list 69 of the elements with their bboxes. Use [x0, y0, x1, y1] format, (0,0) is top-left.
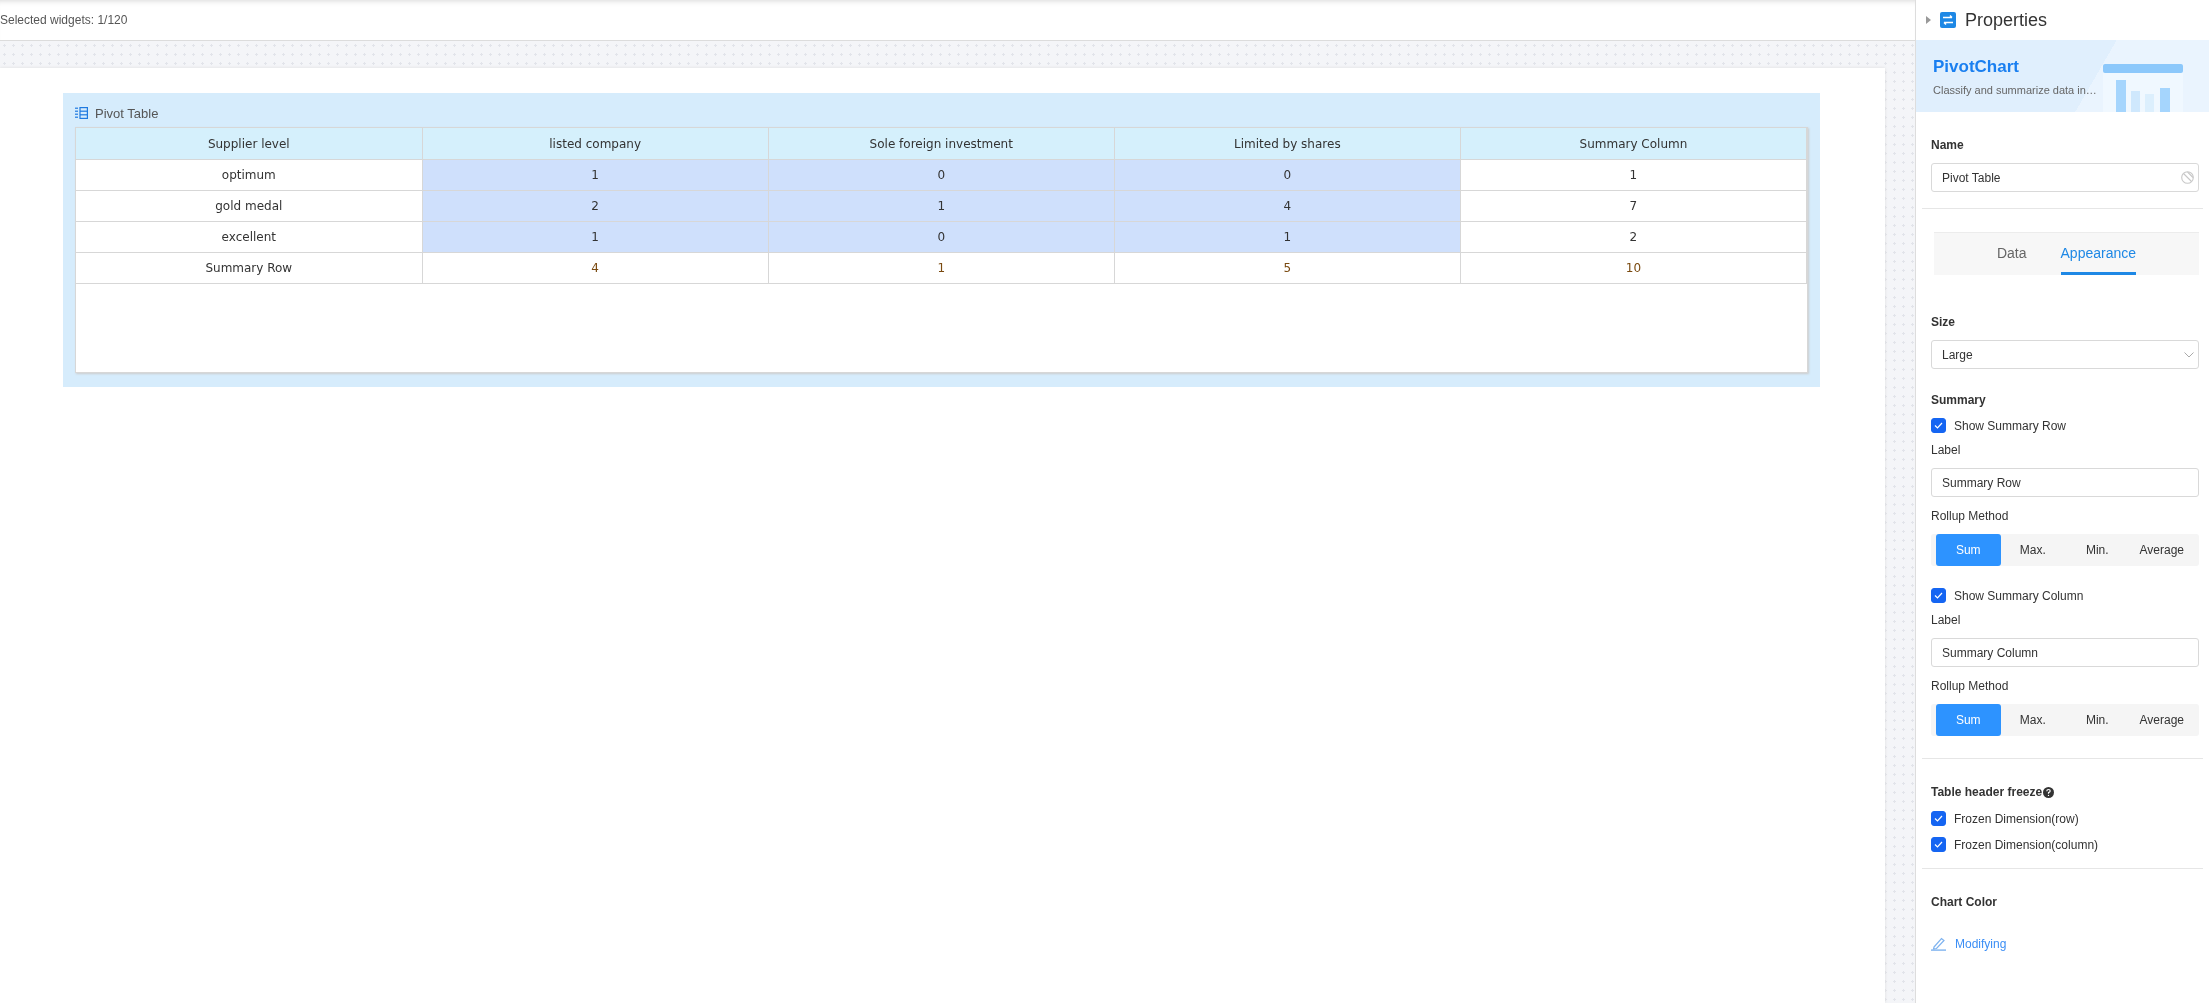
checkbox-icon[interactable]	[1931, 588, 1946, 603]
table-cell: 0	[1114, 159, 1461, 191]
field-label: Label	[1931, 613, 1962, 627]
column-header: Summary Column	[1460, 128, 1807, 160]
table-cell: 1	[768, 190, 1115, 222]
table-cell: 4	[1114, 190, 1461, 222]
column-header: Sole foreign investment	[768, 128, 1115, 160]
section-heading: Table header freeze	[1931, 785, 2043, 799]
pencil-icon	[1931, 937, 1947, 951]
panel-title: Properties	[1965, 9, 2048, 31]
table-cell: 1	[1114, 221, 1461, 253]
checkbox-icon[interactable]	[1931, 837, 1946, 852]
checkbox-label: Frozen Dimension(column)	[1954, 837, 2099, 852]
table-cell: 4	[422, 252, 769, 284]
checkbox-label: Frozen Dimension(row)	[1954, 811, 2079, 826]
tab[interactable]: Data	[1996, 233, 2027, 275]
table-icon	[75, 107, 88, 119]
column-header: Supplier level	[76, 128, 423, 160]
banner-description: Classify and summarize data in…	[1933, 83, 2097, 96]
checkbox[interactable]: Show Summary Row	[1931, 418, 2199, 433]
field-label: Label	[1931, 443, 1962, 457]
section-heading: Summary	[1931, 393, 1987, 407]
checkbox[interactable]: Frozen Dimension(row)	[1931, 811, 2199, 826]
table-cell: 0	[768, 221, 1115, 253]
help-icon[interactable]	[2043, 786, 2055, 798]
segment-option[interactable]: Min.	[2065, 704, 2130, 736]
checkbox-icon[interactable]	[1931, 811, 1946, 826]
banner-title: PivotChart	[1933, 56, 2020, 77]
tab[interactable]: Appearance	[2060, 233, 2137, 275]
segment-option[interactable]: Average	[2129, 704, 2194, 736]
table-cell: 5	[1114, 252, 1461, 284]
segment-option[interactable]: Max.	[2000, 534, 2065, 566]
checkbox-icon[interactable]	[1931, 418, 1946, 433]
size-dropdown[interactable]: Large	[1931, 340, 2199, 369]
label-field[interactable]: Summary Column	[1931, 638, 2199, 667]
table-cell: 10	[1460, 252, 1807, 284]
table-cell: 7	[1460, 190, 1807, 222]
field-label: Rollup Method	[1931, 679, 2010, 693]
caret-icon[interactable]	[1926, 16, 1931, 24]
checkbox-label: Show Summary Row	[1954, 418, 2067, 433]
segment-option[interactable]: Average	[2129, 534, 2194, 566]
table-cell: optimum	[76, 159, 423, 191]
checkbox[interactable]: Frozen Dimension(column)	[1931, 837, 2199, 852]
name-field[interactable]: Pivot Table	[1931, 163, 2199, 192]
table-cell: gold medal	[76, 190, 423, 222]
label-field[interactable]: Summary Row	[1931, 468, 2199, 497]
checkbox-label: Show Summary Column	[1954, 588, 2084, 603]
widget-title: Pivot Table	[95, 105, 159, 121]
table-cell: excellent	[76, 221, 423, 253]
table-cell: 2	[422, 190, 769, 222]
column-header: listed company	[422, 128, 769, 160]
field-label: Rollup Method	[1931, 509, 2010, 523]
checkbox[interactable]: Show Summary Column	[1931, 588, 2199, 603]
chevron-down-icon	[2184, 351, 2194, 358]
table-cell: 2	[1460, 221, 1807, 253]
table-cell: 1	[1460, 159, 1807, 191]
segment-option[interactable]: Max.	[2000, 704, 2065, 736]
field-label: Size	[1931, 315, 1956, 329]
table-cell: Summary Row	[76, 252, 423, 284]
table-cell: 0	[768, 159, 1115, 191]
table-cell: 1	[422, 159, 769, 191]
segment-option[interactable]: Min.	[2065, 534, 2130, 566]
column-header: Limited by shares	[1114, 128, 1461, 160]
selection-count: Selected widgets: 1/120	[0, 13, 128, 27]
field-label: Name	[1931, 138, 1965, 152]
table-cell: 1	[422, 221, 769, 253]
section-heading: Chart Color	[1931, 895, 1998, 909]
table-cell: 1	[768, 252, 1115, 284]
pivot-table-widget[interactable]: Pivot Table Supplier level listed company Sole foreign investment Limited by shares Summary Column optimum 1 0 0 1 gold medal 2 1 4 7 excellent 1 0 1 2 Summary Row 4 1 5 10	[63, 93, 1820, 387]
